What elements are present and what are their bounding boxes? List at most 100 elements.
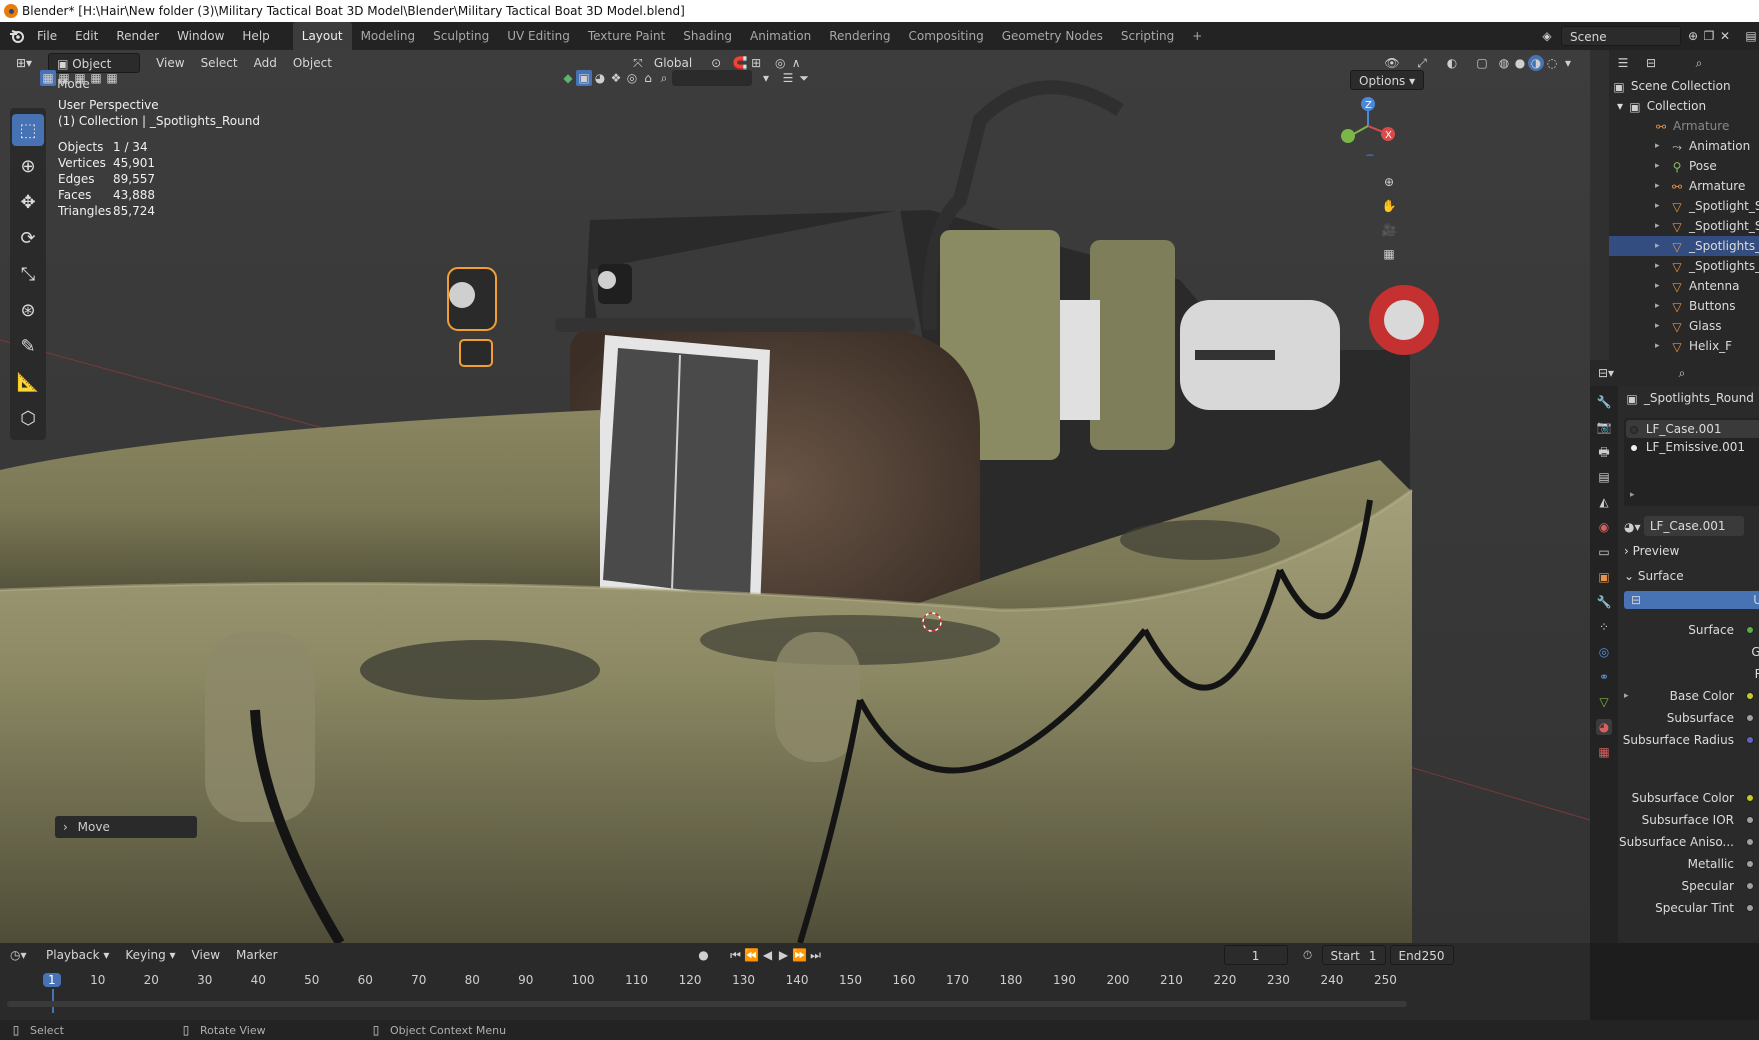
shader-input-row[interactable]: Base Color ▸ [1624, 685, 1759, 707]
active-material-field[interactable]: LF_Case.001 [1643, 516, 1744, 536]
expand-arrow-icon[interactable]: ▸ [1655, 256, 1660, 276]
material-shading-icon[interactable]: ◑ [1528, 55, 1544, 71]
outliner-item[interactable]: ▸ ▽ _Spotlight_Sq [1609, 196, 1759, 216]
outliner-item[interactable]: ▸ ▽ Antenna [1609, 276, 1759, 296]
tab-animation[interactable]: Animation [741, 22, 820, 50]
socket-dot-icon[interactable] [1746, 904, 1754, 912]
properties-editor-icon[interactable]: ⊟▾ [1598, 365, 1614, 381]
world-filter-icon[interactable]: ◎ [624, 70, 640, 86]
xray-icon[interactable]: ▢ [1474, 55, 1490, 71]
scale-tool-icon[interactable]: ⤡ [12, 258, 44, 290]
outliner[interactable]: ☰ ⊟ ⌕ ▣ Scene Collection ▾ ▣ Collection … [1609, 50, 1759, 360]
expand-arrow-icon[interactable]: ▸ [1655, 156, 1660, 176]
tab-rendering[interactable]: Rendering [820, 22, 899, 50]
camera-view-icon[interactable]: 🎥 [1381, 222, 1397, 238]
funnel-icon[interactable]: ⏷ [796, 70, 812, 86]
expand-arrow-icon[interactable]: ▸ [1655, 136, 1660, 156]
use-nodes-button[interactable]: ⊟ U [1624, 591, 1759, 609]
annotate-tool-icon[interactable]: ✎ [12, 330, 44, 362]
list-expand-icon[interactable]: ▸ [1630, 490, 1759, 500]
zoom-icon[interactable]: ⊕ [1381, 174, 1397, 190]
menu-window[interactable]: Window [168, 22, 233, 50]
select-intersect-icon[interactable]: ▦ [104, 70, 120, 86]
snap-icon[interactable]: 🧲 [732, 55, 748, 71]
socket-dot-icon[interactable] [1746, 714, 1754, 722]
constraints-tab-icon[interactable]: ⚭ [1596, 669, 1612, 685]
properties-search-icon[interactable]: ⌕ [1674, 365, 1690, 381]
socket-dot-icon[interactable] [1746, 860, 1754, 868]
last-operator-panel[interactable]: › Move [55, 816, 197, 838]
tab-layout[interactable]: Layout [292, 22, 352, 50]
physics-tab-icon[interactable]: ◎ [1596, 644, 1612, 660]
blender-menu-icon[interactable] [6, 22, 28, 50]
dropdown-icon[interactable]: ▾ [758, 70, 774, 86]
timeline[interactable]: ◷▾ Playback ▾ Keying ▾ View Marker ● ⏮ ⏪… [0, 943, 1590, 1020]
shader-input-row[interactable]: Subsurface Radius [1623, 729, 1759, 787]
falloff-icon[interactable]: ∧ [788, 55, 804, 71]
tab-texture-paint[interactable]: Texture Paint [579, 22, 674, 50]
shader-input-row[interactable]: Subsurface IOR [1624, 809, 1759, 831]
sort-icon[interactable]: ☰ [780, 70, 796, 86]
pin-icon[interactable]: ⊕ [1685, 28, 1701, 44]
menu-file[interactable]: File [28, 22, 66, 50]
tab-scripting[interactable]: Scripting [1112, 22, 1183, 50]
output-tab-icon[interactable]: 🖶 [1596, 444, 1612, 460]
socket-dot-icon[interactable] [1746, 626, 1754, 634]
add-workspace-icon[interactable]: + [1183, 22, 1211, 50]
shader-input-row[interactable]: Subsurface [1624, 707, 1759, 729]
timeline-scrollbar[interactable] [7, 1001, 1407, 1007]
expand-arrow-icon[interactable]: ▸ [1655, 336, 1660, 356]
expand-arrow-icon[interactable]: ▸ [1655, 296, 1660, 316]
scene-selector[interactable]: Scene [1561, 26, 1681, 46]
material-browse-icon[interactable]: ◕▾ [1624, 519, 1641, 535]
outliner-search-icon[interactable]: ⌕ [1691, 55, 1707, 71]
solid-shading-icon[interactable]: ● [1512, 55, 1528, 71]
socket-dot-icon[interactable] [1746, 736, 1754, 744]
cursor-tool-icon[interactable]: ⊕ [12, 150, 44, 182]
menu-view[interactable]: View [148, 53, 192, 73]
outliner-item[interactable]: ▸ ▽ Helix_F [1609, 336, 1759, 356]
modifier-tab-icon[interactable]: 🔧 [1596, 594, 1612, 610]
shader-input-row[interactable]: Ra [1624, 663, 1759, 685]
outliner-item[interactable]: ▸ ⤳ Animation [1609, 136, 1759, 156]
new-scene-icon[interactable]: ❐ [1701, 28, 1717, 44]
scene-icon[interactable]: ◈ [1539, 28, 1555, 44]
scene-filter-icon[interactable]: ⌂ [640, 70, 656, 86]
expand-arrow-icon[interactable]: ▾ [1617, 99, 1623, 113]
shader-input-row[interactable]: Surface [1624, 619, 1759, 641]
wireframe-shading-icon[interactable]: ◍ [1496, 55, 1512, 71]
outliner-filter-icon[interactable]: ⊟ [1643, 55, 1659, 71]
material-tab-icon[interactable]: ◕ [1596, 719, 1612, 735]
tab-shading[interactable]: Shading [674, 22, 741, 50]
expand-arrow-icon[interactable]: ▸ [1655, 196, 1660, 216]
outliner-item[interactable]: ▸ ▽ _Spotlight_Sq [1609, 216, 1759, 236]
filter-search-input[interactable] [672, 70, 752, 86]
timeline-ruler[interactable]: 1 10 20 30 40 50 60 70 80 90 100 110 120 130 140 150 160… [0, 943, 1590, 1020]
menu-help[interactable]: Help [233, 22, 278, 50]
select-invert-icon[interactable]: ▦ [88, 70, 104, 86]
socket-dot-icon[interactable] [1746, 816, 1754, 824]
shading-options-icon[interactable]: ▾ [1560, 55, 1576, 71]
select-subtract-icon[interactable]: ▦ [72, 70, 88, 86]
display-mode-icon[interactable]: ☰ [1615, 55, 1631, 71]
view-layer-tab-icon[interactable]: ▤ [1596, 469, 1612, 485]
particles-tab-icon[interactable]: ⁘ [1596, 619, 1612, 635]
select-extend-icon[interactable]: ▦ [56, 70, 72, 86]
outliner-item[interactable]: ▸ ▽ Buttons [1609, 296, 1759, 316]
select-box-tool-icon[interactable]: ⬚ [12, 114, 44, 146]
outliner-item[interactable]: ▸ ⚲ Pose [1609, 156, 1759, 176]
socket-dot-icon[interactable] [1746, 882, 1754, 890]
snap-target-icon[interactable]: ⊞ [748, 55, 764, 71]
view-layer-icon[interactable]: ▤ [1743, 28, 1759, 44]
outliner-scene-collection[interactable]: ▣ Scene Collection [1609, 76, 1759, 96]
ortho-toggle-icon[interactable]: ▦ [1381, 246, 1397, 262]
menu-add[interactable]: Add [246, 53, 285, 73]
shader-input-row[interactable]: Subsurface Aniso... [1619, 831, 1759, 853]
mesh-filter-icon[interactable]: ▣ [576, 70, 592, 86]
world-tab-icon[interactable]: ◉ [1596, 519, 1612, 535]
tab-compositing[interactable]: Compositing [899, 22, 992, 50]
search-icon[interactable]: ⌕ [656, 70, 672, 86]
menu-select[interactable]: Select [193, 53, 246, 73]
menu-render[interactable]: Render [107, 22, 168, 50]
outliner-item[interactable]: ▸ ▽ _Spotlights_R [1609, 236, 1759, 256]
